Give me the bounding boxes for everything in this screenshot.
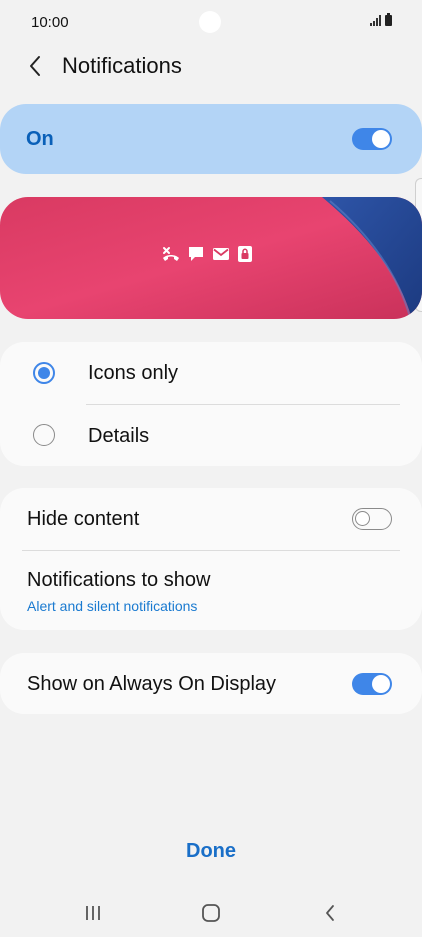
- back-nav-button[interactable]: [310, 898, 350, 928]
- radio-icons-only[interactable]: [33, 362, 55, 384]
- hide-content-row[interactable]: Hide content: [0, 488, 422, 550]
- notification-preview: [0, 197, 422, 319]
- option-icons-only-label: Icons only: [88, 362, 179, 384]
- navigation-bar: [0, 890, 422, 937]
- aod-toggle[interactable]: [352, 673, 392, 695]
- message-icon: [189, 247, 203, 261]
- style-options-card: Icons only Details: [0, 342, 422, 466]
- master-switch-label: On: [26, 128, 54, 150]
- notifications-to-show-row[interactable]: Notifications to show Alert and silent n…: [0, 551, 422, 630]
- camera-cutout: [199, 11, 221, 33]
- notifications-to-show-value: Alert and silent notifications: [27, 598, 198, 614]
- app-header: Notifications: [0, 44, 422, 90]
- home-icon: [202, 904, 220, 922]
- done-button[interactable]: Done: [0, 840, 422, 863]
- email-icon: [213, 248, 229, 260]
- radio-details[interactable]: [33, 424, 55, 446]
- status-bar: 10:00: [0, 0, 422, 44]
- hide-content-toggle[interactable]: [352, 508, 392, 530]
- master-toggle[interactable]: [352, 128, 392, 150]
- battery-icon: [385, 13, 392, 26]
- aod-label: Show on Always On Display: [27, 673, 277, 695]
- signal-icon: [370, 14, 381, 26]
- recents-button[interactable]: [73, 898, 113, 928]
- home-button[interactable]: [191, 898, 231, 928]
- option-details-label: Details: [88, 425, 150, 447]
- notifications-to-show-label: Notifications to show: [27, 569, 211, 591]
- content-settings-card: Hide content Notifications to show Alert…: [0, 488, 422, 630]
- lock-icon: [238, 246, 252, 262]
- aod-row[interactable]: Show on Always On Display: [0, 653, 422, 714]
- missed-call-icon: [163, 247, 179, 261]
- back-button[interactable]: [20, 50, 50, 82]
- aod-card: Show on Always On Display: [0, 653, 422, 714]
- master-switch-row[interactable]: On: [0, 104, 422, 174]
- option-details[interactable]: Details: [0, 405, 422, 466]
- option-icons-only[interactable]: Icons only: [0, 342, 422, 404]
- recents-icon: [86, 906, 100, 920]
- chevron-left-icon: [30, 56, 40, 76]
- preview-icons: [162, 245, 253, 263]
- status-time: 10:00: [31, 14, 69, 31]
- system-icons: [370, 13, 392, 26]
- back-icon: [326, 905, 334, 921]
- page-title: Notifications: [62, 53, 182, 78]
- hide-content-label: Hide content: [27, 508, 140, 530]
